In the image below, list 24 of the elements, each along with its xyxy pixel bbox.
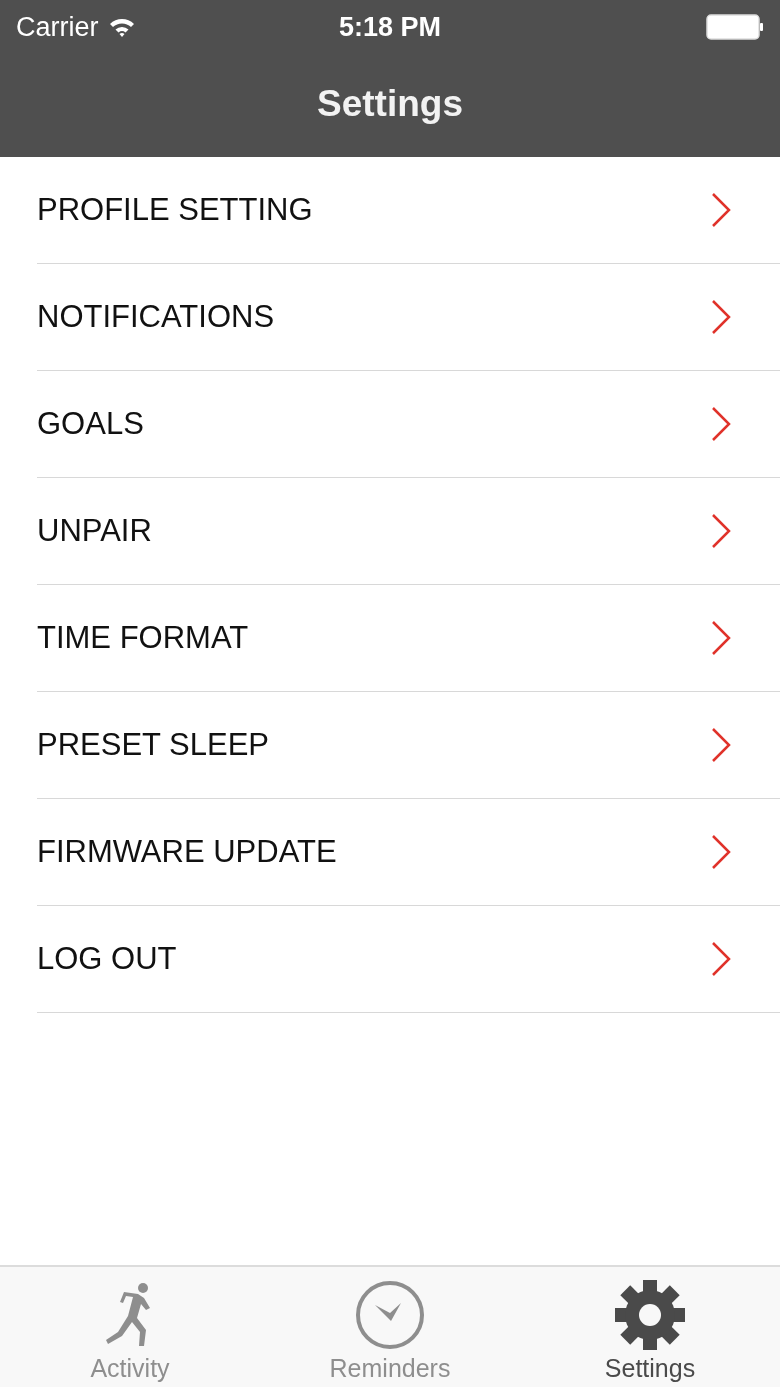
menu-item[interactable]: LOG OUT <box>37 906 780 1013</box>
tab[interactable]: Settings <box>520 1267 780 1387</box>
menu-item[interactable]: GOALS <box>37 371 780 478</box>
chevron-icon <box>710 406 732 442</box>
chevron-icon <box>710 941 732 977</box>
status-time: 5:18 PM <box>339 11 441 43</box>
chevron-icon <box>710 299 732 335</box>
carrier-name: Carrier <box>16 11 99 43</box>
chevron-icon <box>710 727 732 763</box>
menu-item[interactable]: NOTIFICATIONS <box>37 264 780 371</box>
nav-title: Settings <box>317 83 463 125</box>
menu-item[interactable]: PROFILE SETTING <box>37 157 780 264</box>
menu-item[interactable]: TIME FORMAT <box>37 585 780 692</box>
settings-icon <box>615 1280 685 1350</box>
wifi-icon <box>108 17 135 37</box>
chevron-icon <box>710 513 732 549</box>
menu-item[interactable]: PRESET SLEEP <box>37 692 780 799</box>
chevron-icon <box>710 620 732 656</box>
chevron-icon <box>710 192 732 228</box>
menu-item[interactable]: UNPAIR <box>37 478 780 585</box>
clock-icon <box>355 1280 425 1350</box>
battery-icon <box>706 14 764 40</box>
menu-item[interactable]: FIRMWARE UPDATE <box>37 799 780 906</box>
chevron-icon <box>710 834 732 870</box>
